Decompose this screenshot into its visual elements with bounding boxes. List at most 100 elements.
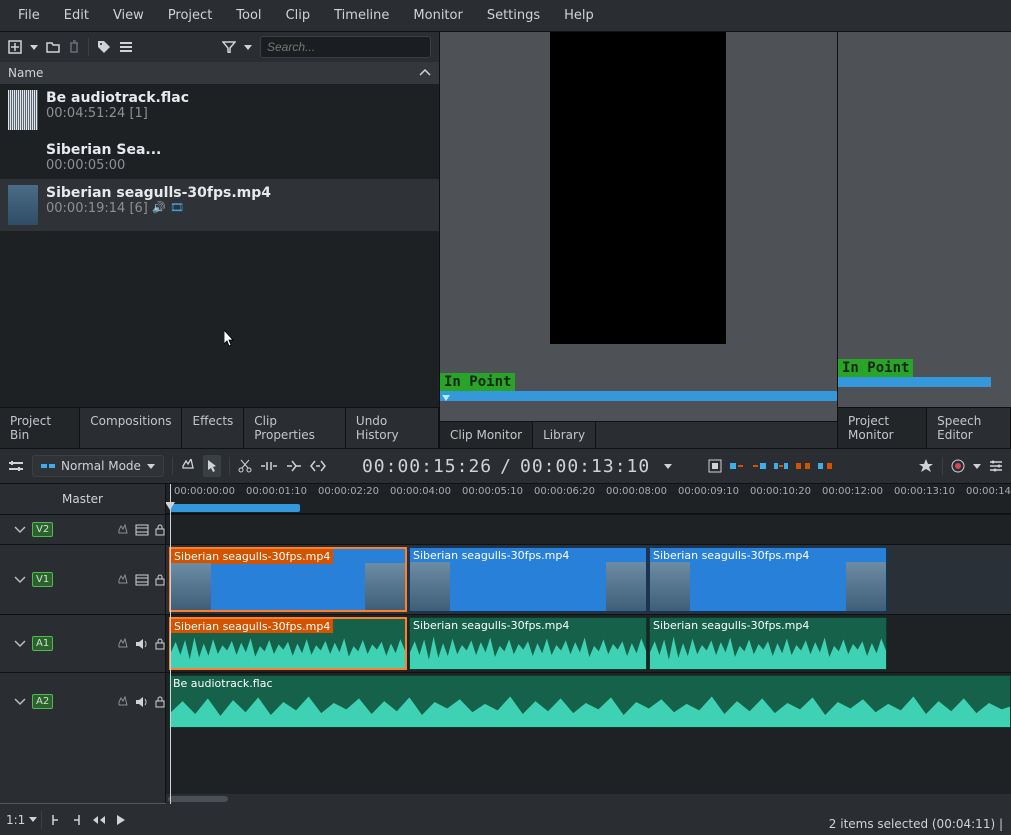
audio-clip[interactable]: Be audiotrack.flac: [169, 675, 1011, 728]
settings-icon[interactable]: [989, 460, 1003, 472]
audio-clip[interactable]: Siberian seagulls-30fps.mp4: [169, 617, 407, 670]
track-header-v1[interactable]: V1: [0, 544, 165, 614]
play-icon[interactable]: [112, 811, 130, 829]
collapse-icon[interactable]: [14, 576, 26, 584]
tab-project-bin[interactable]: Project Bin: [0, 408, 80, 448]
collapse-icon[interactable]: [14, 698, 26, 706]
lift2-icon[interactable]: [818, 460, 832, 472]
bin-item[interactable]: Be audiotrack.flac 00:04:51:24 [1]: [0, 84, 439, 136]
menu-file[interactable]: File: [6, 4, 52, 27]
edit-mode-dropdown[interactable]: Normal Mode: [32, 455, 164, 477]
tab-undo-history[interactable]: Undo History: [346, 408, 439, 448]
playhead[interactable]: [170, 484, 171, 804]
record-dropdown-icon[interactable]: [973, 464, 981, 469]
record-icon[interactable]: [951, 459, 965, 473]
tab-effects[interactable]: Effects: [182, 408, 244, 448]
mute-icon[interactable]: [135, 696, 149, 708]
tab-compositions[interactable]: Compositions: [80, 408, 182, 448]
spacer-icon[interactable]: [260, 461, 278, 471]
video-clip[interactable]: Siberian seagulls-30fps.mp4: [169, 547, 407, 612]
overwrite-icon[interactable]: [310, 460, 326, 472]
menu-help[interactable]: Help: [552, 4, 606, 27]
zone-out-icon[interactable]: [752, 460, 766, 472]
mix-icon[interactable]: [708, 459, 722, 473]
film-icon[interactable]: [135, 574, 149, 586]
track-lane-v1[interactable]: Siberian seagulls-30fps.mp4 Siberian sea…: [166, 544, 1011, 614]
master-label[interactable]: Master: [0, 484, 165, 514]
delete-icon[interactable]: [68, 40, 80, 54]
monitor-scrubber[interactable]: [440, 391, 837, 401]
tab-clip-properties[interactable]: Clip Properties: [244, 408, 346, 448]
track-header-a2[interactable]: A2: [0, 672, 165, 730]
collapse-icon[interactable]: [14, 640, 26, 648]
track-lane-v2[interactable]: [166, 514, 1011, 544]
project-monitor[interactable]: In Point: [838, 32, 1011, 407]
track-lane-a2[interactable]: Be audiotrack.flac: [166, 672, 1011, 730]
menu-monitor[interactable]: Monitor: [401, 4, 474, 27]
scrollbar[interactable]: [166, 794, 1011, 804]
extract-icon[interactable]: [774, 460, 788, 472]
monitor-scrubber[interactable]: [838, 377, 991, 387]
track-config-icon[interactable]: [8, 460, 24, 472]
lift-icon[interactable]: [796, 460, 810, 472]
bin-header[interactable]: Name: [0, 62, 439, 84]
lock-icon[interactable]: [155, 574, 165, 586]
select-tool-icon[interactable]: [203, 455, 221, 477]
fx-icon[interactable]: [117, 696, 129, 708]
effects-icon[interactable]: [181, 459, 195, 473]
lock-icon[interactable]: [155, 524, 165, 536]
set-out-icon[interactable]: [68, 811, 86, 829]
zoom-dropdown-icon[interactable]: [29, 817, 37, 822]
tab-project-monitor[interactable]: Project Monitor: [838, 408, 927, 448]
cut-icon[interactable]: [238, 459, 252, 473]
rewind-icon[interactable]: [90, 811, 108, 829]
menu-clip[interactable]: Clip: [274, 4, 323, 27]
collapse-icon[interactable]: [14, 526, 26, 534]
add-clip-icon[interactable]: [8, 40, 22, 54]
zone-in-icon[interactable]: [730, 460, 744, 472]
lock-icon[interactable]: [155, 696, 165, 708]
menu-settings[interactable]: Settings: [475, 4, 552, 27]
menu-tool[interactable]: Tool: [224, 4, 273, 27]
bin-item[interactable]: Siberian seagulls-30fps.mp4 00:00:19:14 …: [0, 179, 439, 231]
audio-clip[interactable]: Siberian seagulls-30fps.mp4: [409, 617, 647, 670]
track-lane-a1[interactable]: Siberian seagulls-30fps.mp4 Siberian sea…: [166, 614, 1011, 672]
filter-dropdown-icon[interactable]: [244, 45, 252, 50]
filter-icon[interactable]: [222, 41, 236, 53]
collapse-icon[interactable]: [419, 69, 431, 77]
fx-icon[interactable]: [117, 574, 129, 586]
tab-speech-editor[interactable]: Speech Editor: [927, 408, 1011, 448]
bin-item[interactable]: Siberian Sea... 00:00:05:00: [0, 136, 439, 179]
menu-timeline[interactable]: Timeline: [322, 4, 401, 27]
hamburger-icon[interactable]: [119, 41, 133, 53]
add-clip-dropdown-icon[interactable]: [30, 45, 38, 50]
clip-monitor[interactable]: In Point: [440, 32, 837, 421]
mute-icon[interactable]: [135, 638, 149, 650]
insert-icon[interactable]: [286, 460, 302, 472]
fx-icon[interactable]: [117, 638, 129, 650]
timeline-zone[interactable]: [170, 504, 300, 512]
track-header-v2[interactable]: V2: [0, 514, 165, 544]
folder-icon[interactable]: [46, 41, 60, 53]
video-clip[interactable]: Siberian seagulls-30fps.mp4: [409, 547, 647, 612]
favorite-icon[interactable]: [918, 458, 934, 474]
fx-icon[interactable]: [117, 524, 129, 536]
tag-icon[interactable]: [97, 40, 111, 54]
menu-view[interactable]: View: [101, 4, 156, 27]
set-in-icon[interactable]: [46, 811, 64, 829]
film-icon[interactable]: [135, 524, 149, 536]
menu-project[interactable]: Project: [156, 4, 224, 27]
cursor-timecode[interactable]: 00:00:15:26: [362, 456, 492, 477]
search-input[interactable]: [260, 36, 431, 58]
video-clip[interactable]: Siberian seagulls-30fps.mp4: [649, 547, 887, 612]
lock-icon[interactable]: [155, 638, 165, 650]
timecode-dropdown-icon[interactable]: [664, 464, 672, 469]
tab-library[interactable]: Library: [533, 422, 596, 448]
zoom-label[interactable]: 1:1: [6, 813, 25, 827]
track-header-a1[interactable]: A1: [0, 614, 165, 672]
menu-edit[interactable]: Edit: [52, 4, 101, 27]
tab-clip-monitor[interactable]: Clip Monitor: [440, 422, 533, 448]
scrub-playhead-icon[interactable]: [442, 395, 450, 401]
audio-clip[interactable]: Siberian seagulls-30fps.mp4: [649, 617, 887, 670]
timeline-canvas[interactable]: 00:00:00:0000:00:01:1000:00:02:2000:00:0…: [166, 484, 1011, 804]
